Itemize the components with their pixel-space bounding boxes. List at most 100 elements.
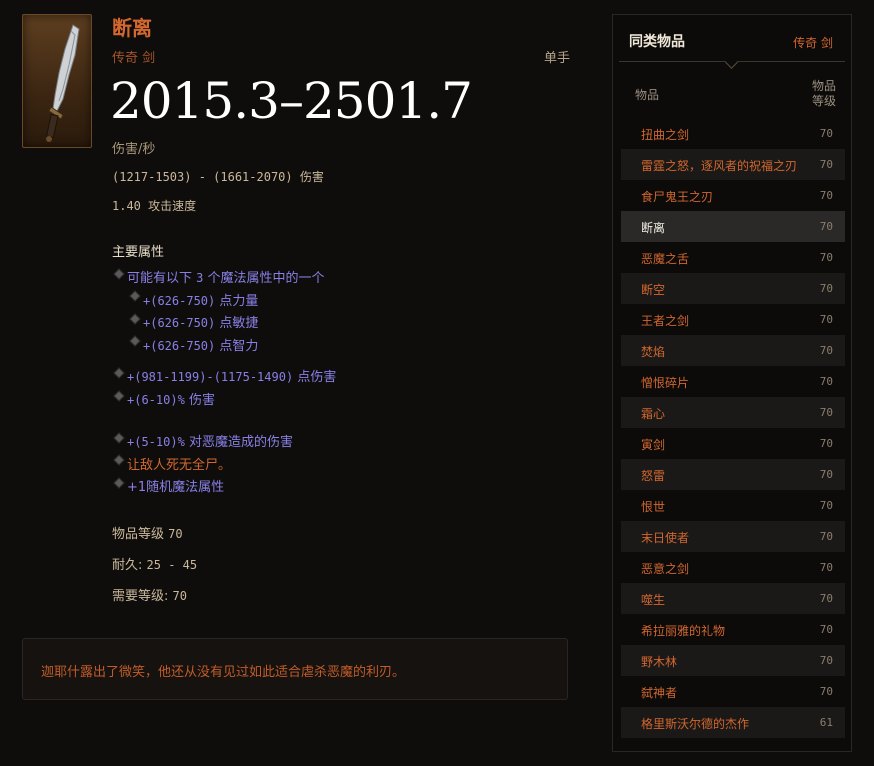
affix-random-header: 可能有以下 3 个魔法属性中的一个: [127, 267, 325, 286]
list-item-level: 70: [819, 251, 833, 264]
list-item-name[interactable]: 恶魔之舌: [641, 250, 689, 267]
list-item-name[interactable]: 恨世: [641, 498, 665, 515]
diamond-bullet-icon: [129, 335, 141, 347]
list-item[interactable]: 希拉丽雅的礼物 70: [621, 614, 845, 645]
required-level: 需要等级: 70: [112, 585, 187, 604]
list-item-level: 70: [819, 561, 833, 574]
list-item-level: 70: [819, 158, 833, 171]
required-level-label: 需要等级:: [112, 589, 169, 604]
item-level-value: 70: [168, 527, 183, 541]
list-item-name[interactable]: 王者之剑: [641, 312, 689, 329]
list-item[interactable]: 霜心 70: [621, 397, 845, 428]
list-item-name[interactable]: 焚焰: [641, 343, 665, 360]
affix-damage-label: 点伤害: [297, 370, 337, 385]
list-item-name[interactable]: 噬生: [641, 591, 665, 608]
list-item-level: 70: [819, 685, 833, 698]
affix-damage-percent-label: 伤害: [188, 393, 215, 408]
durability-label: 耐久:: [112, 558, 143, 573]
similar-items-type[interactable]: 传奇 剑: [793, 34, 833, 51]
damage-range-value: (1217-1503) - (1661-2070): [112, 170, 293, 184]
affix-demon-damage: +(5-10)% 对恶魔造成的伤害: [127, 431, 293, 450]
list-item-name[interactable]: 寅剑: [641, 436, 665, 453]
list-item-name[interactable]: 弑神者: [641, 684, 677, 701]
list-item-name[interactable]: 断空: [641, 281, 665, 298]
list-item[interactable]: 怒雷 70: [621, 459, 845, 490]
legendary-sword-icon: [45, 24, 80, 142]
list-item-name[interactable]: 憎恨碎片: [641, 374, 689, 391]
list-item[interactable]: 雷霆之怒，逐风者的祝福之刃 70: [621, 149, 845, 180]
affix-option-strength: +(626-750) 点力量: [143, 290, 258, 309]
item-type: 传奇 剑: [112, 51, 156, 66]
list-item[interactable]: 末日使者 70: [621, 521, 845, 552]
list-item-level: 70: [819, 375, 833, 388]
list-item-name[interactable]: 断离: [641, 219, 665, 236]
list-item[interactable]: 食尸鬼王之刃 70: [621, 180, 845, 211]
list-item-name[interactable]: 雷霆之怒，逐风者的祝福之刃: [641, 157, 797, 174]
column-header-item[interactable]: 物品: [635, 86, 659, 103]
flavor-text: 迦耶什露出了微笑，他还从没有见过如此适合虐杀恶魔的利刃。: [41, 665, 406, 680]
list-item-level: 70: [819, 654, 833, 667]
item-level-label: 物品等级: [112, 527, 165, 542]
list-item-level: 70: [819, 406, 833, 419]
diamond-bullet-icon: [113, 477, 125, 489]
list-item[interactable]: 噬生 70: [621, 583, 845, 614]
affix-demon-damage-label: 对恶魔造成的伤害: [188, 435, 293, 450]
affix-random-property: +1随机魔法属性: [127, 480, 225, 495]
list-item[interactable]: 王者之剑 70: [621, 304, 845, 335]
list-item[interactable]: 焚焰 70: [621, 335, 845, 366]
damage-range: (1217-1503) - (1661-2070) 伤害: [112, 168, 324, 185]
diamond-bullet-icon: [113, 454, 125, 466]
list-item-level: 70: [819, 189, 833, 202]
list-item[interactable]: 断离 70: [621, 211, 845, 242]
diamond-bullet-icon: [113, 432, 125, 444]
list-item-level: 70: [819, 499, 833, 512]
attack-speed-value: 1.40: [112, 199, 141, 213]
list-item-name[interactable]: 食尸鬼王之刃: [641, 188, 713, 205]
list-item[interactable]: 弑神者 70: [621, 676, 845, 707]
required-level-value: 70: [172, 589, 187, 603]
list-item[interactable]: 扭曲之剑 70: [621, 118, 845, 149]
damage-range-label: 伤害: [299, 170, 324, 184]
list-item-level: 70: [819, 592, 833, 605]
list-item-name[interactable]: 希拉丽雅的礼物: [641, 622, 725, 639]
affix-damage-percent: +(6-10)% 伤害: [127, 389, 215, 408]
list-item-name[interactable]: 扭曲之剑: [641, 126, 689, 143]
list-item-level: 70: [819, 127, 833, 140]
list-item[interactable]: 恶意之剑 70: [621, 552, 845, 583]
dps-label: 伤害/秒: [112, 142, 156, 157]
list-item-name[interactable]: 怒雷: [641, 467, 665, 484]
item-level: 物品等级 70: [112, 523, 183, 542]
affix-option-strength-label: 点力量: [219, 294, 259, 309]
affix-damage-percent-value: +(6-10)%: [127, 393, 185, 407]
list-item[interactable]: 恶魔之舌 70: [621, 242, 845, 273]
affix-option-dexterity: +(626-750) 点敏捷: [143, 312, 258, 331]
list-item-level: 70: [819, 344, 833, 357]
attack-speed-label: 攻击速度: [148, 199, 197, 213]
list-item[interactable]: 断空 70: [621, 273, 845, 304]
affix-option-dexterity-label: 点敏捷: [219, 316, 259, 331]
affix-option-dexterity-value: +(626-750): [143, 316, 216, 330]
affix-damage: +(981-1199)-(1175-1490) 点伤害: [127, 366, 336, 385]
flavor-text-box: 迦耶什露出了微笑，他还从没有见过如此适合虐杀恶魔的利刃。: [22, 638, 568, 700]
list-item-name[interactable]: 末日使者: [641, 529, 689, 546]
list-item-level: 70: [819, 623, 833, 636]
list-item[interactable]: 憎恨碎片 70: [621, 366, 845, 397]
list-item-name[interactable]: 格里斯沃尔德的杰作: [641, 715, 749, 732]
diamond-bullet-icon: [113, 367, 125, 379]
list-item-level: 70: [819, 282, 833, 295]
affix-option-strength-value: +(626-750): [143, 294, 216, 308]
list-item[interactable]: 恨世 70: [621, 490, 845, 521]
list-item-name[interactable]: 霜心: [641, 405, 665, 422]
diamond-bullet-icon: [113, 390, 125, 402]
list-item-name[interactable]: 恶意之剑: [641, 560, 689, 577]
list-item[interactable]: 寅剑 70: [621, 428, 845, 459]
attack-speed: 1.40 攻击速度: [112, 197, 196, 214]
list-item-level: 70: [819, 530, 833, 543]
dps-value: 2015.3–2501.7: [110, 72, 473, 130]
similar-items-list: 扭曲之剑 70 雷霆之怒，逐风者的祝福之刃 70 食尸鬼王之刃 70 断离 70 恶魔之舌 70 断…: [621, 118, 845, 738]
list-item-level: 61: [819, 716, 833, 729]
list-item-name[interactable]: 野木林: [641, 653, 677, 670]
column-header-level[interactable]: 物品 等级: [809, 79, 839, 109]
list-item[interactable]: 野木林 70: [621, 645, 845, 676]
list-item[interactable]: 格里斯沃尔德的杰作 61: [621, 707, 845, 738]
